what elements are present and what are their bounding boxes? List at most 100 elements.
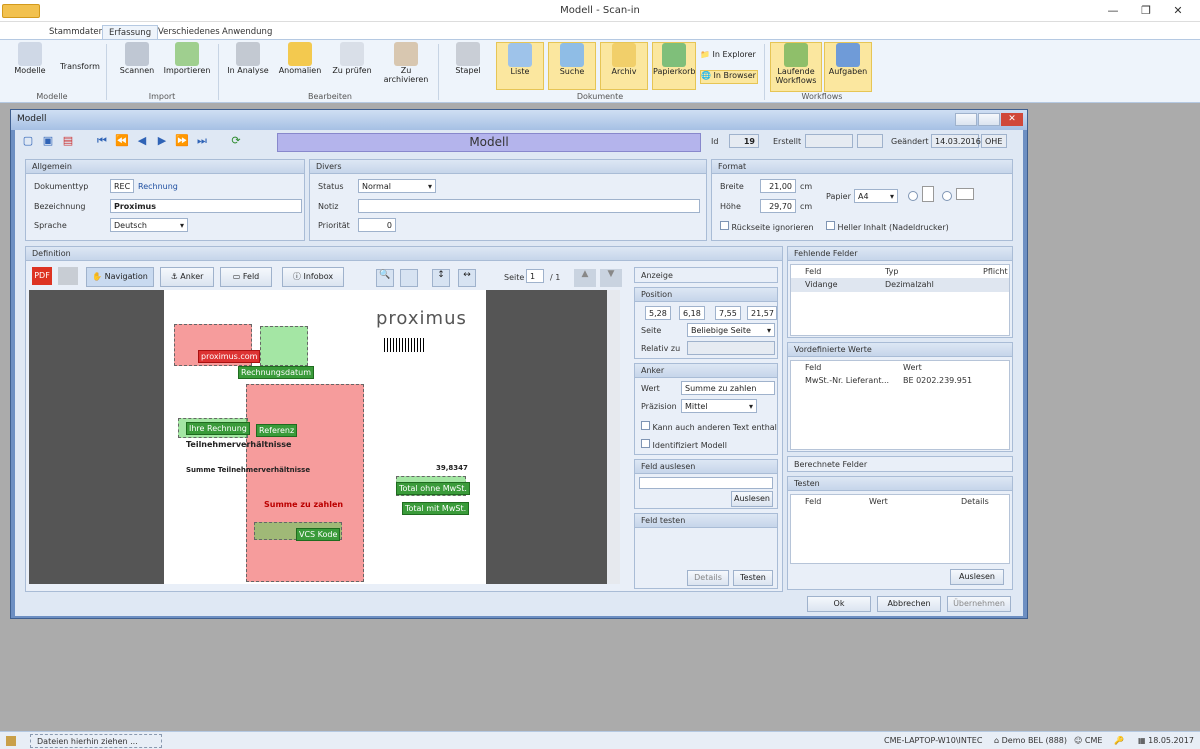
minimize-icon[interactable]: — [1098, 3, 1128, 19]
rueckseite-checkbox[interactable]: Rückseite ignorieren [720, 221, 814, 232]
dokumenttyp-code[interactable]: REC [110, 179, 134, 193]
kann-checkbox[interactable]: Kann auch anderen Text enthalte [641, 421, 777, 432]
dokumenttyp-name-link[interactable]: Rechnung [138, 182, 178, 191]
fit-height-icon[interactable]: ↕ [432, 269, 450, 287]
prev-record-icon[interactable]: ◀ [135, 134, 149, 148]
tag-summe-zu-zahlen[interactable]: Summe zu zahlen [264, 500, 343, 509]
restore-icon[interactable]: ❐ [1131, 3, 1161, 19]
anomalien-button[interactable]: Anomalien [278, 42, 322, 75]
infobox-button[interactable]: ⓘ Infobox [282, 267, 344, 287]
page-down-icon[interactable]: ▼ [600, 269, 622, 287]
papierkorb-button[interactable]: Papierkorb [652, 42, 696, 90]
status-select[interactable]: Normal ▾ [358, 179, 436, 193]
papier-select[interactable]: A4 ▾ [854, 189, 898, 203]
details-button[interactable]: Details [687, 570, 729, 586]
close-icon[interactable]: ✕ [1163, 3, 1193, 19]
prioritaet-input[interactable]: 0 [358, 218, 396, 232]
region-summe-column[interactable] [246, 384, 364, 582]
refresh-icon[interactable]: ⟳ [229, 134, 243, 148]
zoom-out-icon[interactable] [400, 269, 418, 287]
next-page-icon[interactable]: ⏩ [175, 134, 189, 148]
landscape-radio[interactable] [942, 191, 952, 201]
dialog-close-icon[interactable]: ✕ [1001, 113, 1023, 126]
laufende-workflows-button[interactable]: Laufende Workflows [770, 42, 822, 92]
fehlende-felder-title: Fehlende Felder [788, 247, 1012, 261]
ok-button[interactable]: Ok [807, 596, 871, 612]
seite-input[interactable]: 1 [526, 269, 544, 283]
ident-checkbox[interactable]: Identifiziert Modell [641, 439, 727, 450]
table-row[interactable]: Vidange Dezimalzahl [791, 278, 1009, 292]
modelle-button[interactable]: Modelle [12, 42, 48, 75]
dialog-minimize-icon[interactable] [955, 113, 977, 126]
berechnete-felder-panel[interactable]: Berechnete Felder [787, 456, 1013, 472]
pdf-icon[interactable]: PDF [32, 267, 52, 285]
dialog-maximize-icon[interactable] [978, 113, 1000, 126]
region-rechnungsdatum[interactable] [260, 326, 308, 366]
liste-button[interactable]: Liste [496, 42, 544, 90]
table-row[interactable]: MwSt.-Nr. Lieferant... BE 0202.239.951 [791, 374, 1009, 388]
position-seite-select[interactable]: Beliebige Seite ▾ [687, 323, 775, 337]
navigation-button[interactable]: ✋ Navigation [86, 267, 154, 287]
zu-archivieren-button[interactable]: Zu archivieren [382, 42, 430, 84]
first-record-icon[interactable]: ⏮ [95, 134, 109, 148]
tab-stammdaten[interactable]: Stammdaten [43, 25, 110, 40]
tag-referenz[interactable]: Referenz [256, 424, 298, 437]
copy-record-icon[interactable]: ▣ [41, 134, 55, 148]
in-explorer-button[interactable]: 📁 In Explorer [700, 50, 758, 59]
stapel-button[interactable]: Stapel [446, 42, 490, 75]
zoom-in-icon[interactable]: 🔍 [376, 269, 394, 287]
uebernehmen-button[interactable]: Übernehmen [947, 596, 1011, 612]
testen-button[interactable]: Testen [733, 570, 773, 586]
breite-input[interactable]: 21,00 [760, 179, 796, 193]
delete-record-icon[interactable]: ▤ [61, 134, 75, 148]
tag-ihre-rechnung[interactable]: Ihre Rechnung [186, 422, 250, 435]
position-y2[interactable]: 21,57 [747, 306, 777, 320]
liste-label: Liste [510, 67, 530, 76]
print-icon[interactable] [58, 267, 78, 285]
feld-button[interactable]: ▭ Feld [220, 267, 272, 287]
tag-vcs-kode[interactable]: VCS Kode [296, 528, 341, 541]
tab-anwendung[interactable]: Anwendung [216, 25, 278, 40]
position-y1[interactable]: 6,18 [679, 306, 705, 320]
transform-button[interactable]: Transform [58, 62, 102, 71]
relativ-select[interactable] [687, 341, 775, 355]
position-x1[interactable]: 5,28 [645, 306, 671, 320]
wert-input[interactable]: Summe zu zahlen [681, 381, 775, 395]
importieren-button[interactable]: Importieren [162, 42, 212, 75]
auslesen-button[interactable]: Auslesen [731, 491, 773, 507]
testen-auslesen-button[interactable]: Auslesen [950, 569, 1004, 585]
sprache-select[interactable]: Deutsch ▾ [110, 218, 188, 232]
next-record-icon[interactable]: ▶ [155, 134, 169, 148]
hoehe-input[interactable]: 29,70 [760, 199, 796, 213]
heller-checkbox[interactable]: Heller Inhalt (Nadeldrucker) [826, 221, 949, 232]
fit-width-icon[interactable]: ↔ [458, 269, 476, 287]
prev-page-icon[interactable]: ⏪ [115, 134, 129, 148]
tag-total-ohne[interactable]: Total ohne MwSt. [396, 482, 470, 495]
tag-proximus[interactable]: proximus.com [198, 350, 261, 363]
praezision-select[interactable]: Mittel ▾ [681, 399, 757, 413]
drop-zone[interactable]: Dateien hierhin ziehen ... [30, 734, 162, 748]
anzeige-panel[interactable]: Anzeige [634, 267, 778, 283]
portrait-radio[interactable] [908, 191, 918, 201]
document-viewer[interactable]: proximus proximus.com Rechnungsdatum Ihr… [29, 290, 620, 584]
tag-total-mit[interactable]: Total mit MwSt. [402, 502, 470, 515]
page-up-icon[interactable]: ▲ [574, 269, 596, 287]
in-browser-button[interactable]: 🌐 In Browser [700, 70, 758, 84]
bezeichnung-input[interactable]: Proximus [110, 199, 302, 213]
anker-button[interactable]: ⚓ Anker [160, 267, 214, 287]
tag-rechnungsdatum[interactable]: Rechnungsdatum [238, 366, 315, 379]
zu-pruefen-button[interactable]: Zu prüfen [330, 42, 374, 75]
aufgaben-button[interactable]: Aufgaben [824, 42, 872, 92]
scannen-button[interactable]: Scannen [116, 42, 158, 75]
new-record-icon[interactable]: ▢ [21, 134, 35, 148]
vertical-scrollbar[interactable] [607, 290, 620, 584]
abbrechen-button[interactable]: Abbrechen [877, 596, 941, 612]
tab-verschiedenes[interactable]: Verschiedenes [152, 25, 226, 40]
last-record-icon[interactable]: ⏭ [195, 134, 209, 148]
position-x2[interactable]: 7,55 [715, 306, 741, 320]
tab-erfassung[interactable]: Erfassung [102, 25, 159, 40]
in-analyse-button[interactable]: In Analyse [226, 42, 270, 75]
notiz-input[interactable] [358, 199, 700, 213]
suche-button[interactable]: Suche [548, 42, 596, 90]
archiv-button[interactable]: Archiv [600, 42, 648, 90]
